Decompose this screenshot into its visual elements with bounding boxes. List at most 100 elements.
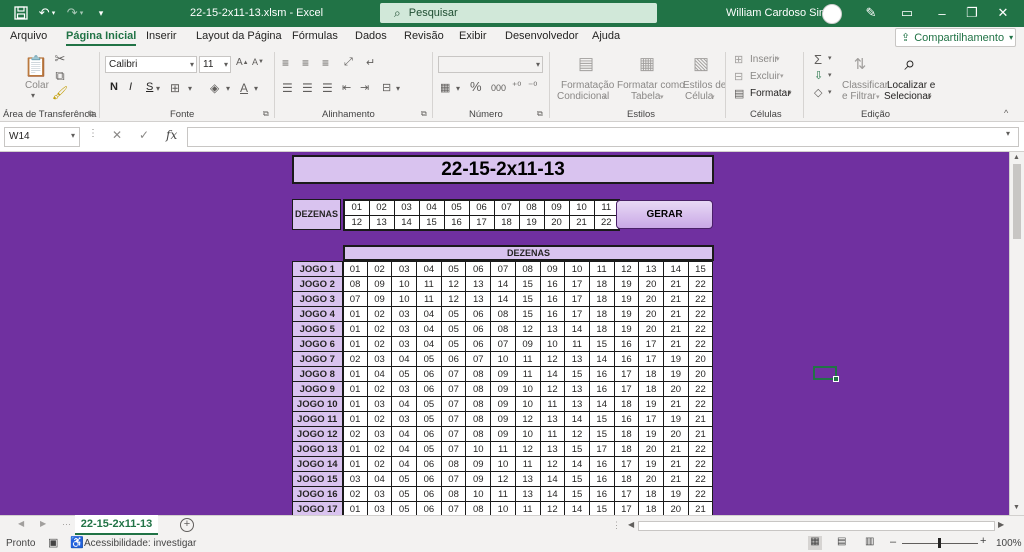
game-number-cell[interactable]: 16 [613, 411, 640, 427]
game-number-cell[interactable]: 06 [465, 261, 492, 277]
gerar-button[interactable]: GERAR [616, 200, 713, 229]
wrap-text-icon[interactable]: ↵ [366, 56, 375, 69]
game-number-cell[interactable]: 18 [588, 306, 615, 322]
game-number-cell[interactable]: 05 [416, 351, 442, 367]
decrease-indent-icon[interactable]: ⇤ [342, 81, 351, 94]
insert-function-button[interactable]: fx [166, 128, 177, 142]
game-number-cell[interactable]: 22 [687, 276, 714, 292]
align-left-icon[interactable]: ☰ [282, 81, 293, 95]
game-number-cell[interactable]: 21 [662, 441, 689, 457]
game-number-cell[interactable]: 10 [564, 261, 590, 277]
game-number-cell[interactable]: 03 [366, 501, 393, 515]
accounting-dropdown-icon[interactable]: ▾ [456, 84, 460, 93]
format-as-table-icon[interactable]: ▦ [636, 53, 658, 75]
share-button[interactable]: ⇪ Compartilhamento ▾ [895, 28, 1016, 47]
game-number-cell[interactable]: 15 [564, 366, 590, 382]
game-number-cell[interactable]: 04 [366, 366, 393, 382]
game-number-cell[interactable]: 05 [416, 396, 442, 412]
prev-sheet-icon[interactable]: ◀ [18, 519, 24, 528]
restore-icon[interactable]: ❐ [959, 3, 985, 23]
game-number-cell[interactable]: 17 [638, 336, 664, 352]
game-number-cell[interactable]: 12 [514, 441, 541, 457]
dezena-cell[interactable]: 01 [343, 199, 370, 216]
game-number-cell[interactable]: 11 [416, 291, 442, 307]
game-number-cell[interactable]: 11 [539, 396, 566, 412]
game-number-cell[interactable]: 10 [490, 501, 516, 515]
game-label[interactable]: JOGO 3 [292, 291, 344, 307]
game-number-cell[interactable]: 09 [514, 336, 541, 352]
game-number-cell[interactable]: 18 [613, 471, 640, 487]
game-number-cell[interactable]: 18 [588, 276, 615, 292]
game-number-cell[interactable]: 13 [564, 381, 590, 397]
name-box[interactable]: W14 ▾ [4, 127, 80, 147]
game-number-cell[interactable]: 21 [662, 396, 689, 412]
dezena-cell[interactable]: 21 [568, 214, 595, 231]
game-number-cell[interactable]: 12 [539, 501, 566, 515]
increase-decimal-icon[interactable]: ⁺⁰ [512, 81, 521, 92]
game-number-cell[interactable]: 04 [416, 336, 442, 352]
game-number-cell[interactable]: 19 [662, 486, 689, 502]
dezena-cell[interactable]: 17 [468, 214, 495, 231]
game-label[interactable]: JOGO 6 [292, 336, 344, 352]
game-number-cell[interactable]: 20 [638, 471, 664, 487]
game-number-cell[interactable]: 08 [490, 321, 516, 337]
horizontal-scrollbar[interactable] [638, 521, 995, 531]
game-number-cell[interactable]: 07 [440, 471, 467, 487]
game-number-cell[interactable]: 01 [342, 441, 368, 457]
game-number-cell[interactable]: 09 [490, 381, 516, 397]
save-icon[interactable] [12, 4, 30, 22]
font-launcher-icon[interactable]: ⧉ [263, 109, 269, 119]
game-number-cell[interactable]: 13 [539, 441, 566, 457]
game-number-cell[interactable]: 03 [366, 396, 393, 412]
game-number-cell[interactable]: 18 [638, 501, 664, 515]
tab-desenvolvedor[interactable]: Desenvolvedor [505, 30, 578, 42]
game-number-cell[interactable]: 02 [366, 321, 393, 337]
game-number-cell[interactable]: 07 [440, 411, 467, 427]
game-number-cell[interactable]: 01 [342, 321, 368, 337]
delete-cells-icon[interactable]: ⊟ [734, 70, 743, 83]
alignment-launcher-icon[interactable]: ⧉ [421, 109, 427, 119]
game-number-cell[interactable]: 07 [440, 381, 467, 397]
game-number-cell[interactable]: 13 [465, 291, 492, 307]
scroll-up-icon[interactable]: ▲ [1013, 154, 1020, 161]
dezena-cell[interactable]: 07 [493, 199, 520, 216]
game-number-cell[interactable]: 03 [391, 321, 418, 337]
game-number-cell[interactable]: 06 [416, 426, 442, 442]
game-number-cell[interactable]: 17 [638, 351, 664, 367]
game-number-cell[interactable]: 10 [539, 336, 566, 352]
game-number-cell[interactable]: 04 [391, 426, 418, 442]
game-number-cell[interactable]: 12 [539, 456, 566, 472]
thousands-button[interactable]: 000 [491, 83, 506, 94]
game-number-cell[interactable]: 10 [514, 396, 541, 412]
game-number-cell[interactable]: 05 [391, 366, 418, 382]
format-as-table-label-1[interactable]: Formatar como [617, 80, 685, 91]
game-number-cell[interactable]: 12 [613, 261, 640, 277]
game-number-cell[interactable]: 22 [687, 291, 714, 307]
worksheet[interactable]: 22-15-2x11-13 DEZENAS 01 02 03 04 05 06 07 08 09… [0, 152, 1009, 515]
game-number-cell[interactable]: 15 [564, 441, 590, 457]
cut-icon[interactable]: ✂ [53, 51, 67, 66]
game-label[interactable]: JOGO 7 [292, 351, 344, 367]
game-label[interactable]: JOGO 11 [292, 411, 344, 427]
game-number-cell[interactable]: 21 [687, 411, 714, 427]
tab-ajuda[interactable]: Ajuda [592, 30, 620, 42]
game-number-cell[interactable]: 14 [564, 501, 590, 515]
game-number-cell[interactable]: 13 [564, 351, 590, 367]
align-right-icon[interactable]: ☰ [322, 81, 333, 95]
increase-indent-icon[interactable]: ⇥ [360, 81, 369, 94]
game-number-cell[interactable]: 02 [366, 381, 393, 397]
game-number-cell[interactable]: 03 [391, 336, 418, 352]
underline-button[interactable]: S [146, 82, 153, 93]
game-number-cell[interactable]: 07 [440, 396, 467, 412]
game-number-cell[interactable]: 06 [416, 381, 442, 397]
game-number-cell[interactable]: 04 [391, 351, 418, 367]
game-number-cell[interactable]: 12 [564, 426, 590, 442]
game-number-cell[interactable]: 08 [465, 381, 492, 397]
sort-filter-label-2[interactable]: e Filtrar [842, 91, 876, 102]
increase-font-icon[interactable]: A ▲ [236, 57, 249, 68]
game-number-cell[interactable]: 15 [588, 426, 615, 442]
game-number-cell[interactable]: 15 [687, 261, 714, 277]
game-number-cell[interactable]: 10 [490, 351, 516, 367]
game-number-cell[interactable]: 14 [539, 486, 566, 502]
game-number-cell[interactable]: 06 [440, 351, 467, 367]
